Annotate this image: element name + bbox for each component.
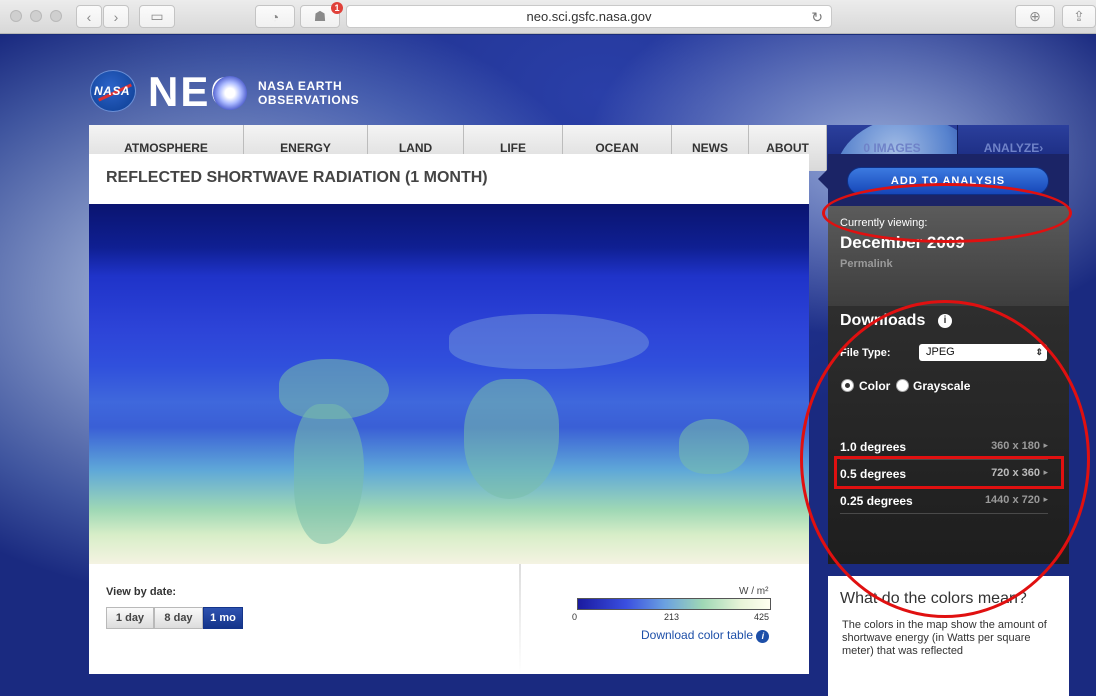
download-color-table-link[interactable]: Download color table i bbox=[641, 628, 770, 643]
chevron-right-icon: › bbox=[113, 8, 119, 25]
nasa-logo-text: NASA bbox=[94, 84, 131, 98]
browser-toolbar: ‹ › ▭ ◔ ☗ 1 neo.sci.gsfc.nasa.gov ↻ ⊕ ⇪ bbox=[0, 0, 1096, 34]
panel-notch bbox=[818, 169, 828, 189]
address-bar[interactable]: neo.sci.gsfc.nasa.gov ↻ bbox=[346, 5, 832, 28]
share-button[interactable]: ⇪ bbox=[1062, 5, 1096, 28]
divider bbox=[519, 564, 521, 674]
map-landmass bbox=[679, 419, 749, 474]
rss-icon: ◔ bbox=[270, 8, 280, 25]
annotation-box-0-5-degrees bbox=[834, 456, 1064, 489]
notification-badge: 1 bbox=[331, 2, 343, 14]
neo-subtitle: NASA EARTH OBSERVATIONS bbox=[258, 79, 359, 107]
download-color-table-text: Download color table bbox=[641, 628, 754, 642]
download-icon: ⊕ bbox=[1029, 8, 1041, 24]
map-controls: View by date: 1 day 8 day 1 mo W / m² 0 … bbox=[89, 564, 809, 674]
sidebar-toggle-button[interactable]: ▭ bbox=[139, 5, 175, 28]
sidebar-icon: ▭ bbox=[150, 8, 164, 24]
back-button[interactable]: ‹ bbox=[76, 5, 102, 28]
map-landmass bbox=[449, 314, 649, 369]
neo-subtitle-line2: OBSERVATIONS bbox=[258, 93, 360, 107]
close-window-button[interactable] bbox=[10, 10, 22, 22]
date-option-8-day[interactable]: 8 day bbox=[154, 607, 203, 629]
radiation-map[interactable] bbox=[89, 204, 809, 564]
nav-analyze-label: ANALYZE bbox=[983, 141, 1040, 155]
chevron-left-icon: ‹ bbox=[86, 8, 92, 25]
neo-subtitle-line1: NASA EARTH bbox=[258, 79, 343, 93]
colors-explanation-text: The colors in the map show the amount of… bbox=[842, 619, 1047, 657]
zoom-window-button[interactable] bbox=[50, 10, 62, 22]
view-by-date-label: View by date: bbox=[106, 586, 177, 598]
share-icon: ⇪ bbox=[1073, 8, 1085, 24]
neo-orb-icon bbox=[213, 76, 247, 110]
scale-tick-max: 425 bbox=[754, 612, 770, 622]
nav-images-label: 0 IMAGES bbox=[863, 141, 921, 155]
scale-tick-min: 0 bbox=[572, 612, 578, 622]
permalink-link[interactable]: Permalink bbox=[840, 258, 893, 270]
scale-unit: W / m² bbox=[739, 586, 769, 597]
minimize-window-button[interactable] bbox=[30, 10, 42, 22]
downloads-button[interactable]: ⊕ bbox=[1015, 5, 1055, 28]
page-title: REFLECTED SHORTWAVE RADIATION (1 MONTH) bbox=[106, 169, 488, 186]
ghost-icon: ☗ bbox=[313, 8, 327, 24]
map-landmass bbox=[464, 379, 559, 499]
map-landmass bbox=[294, 404, 364, 544]
nasa-logo[interactable]: NASA bbox=[90, 70, 136, 112]
forward-button[interactable]: › bbox=[103, 5, 129, 28]
rss-button[interactable]: ◔ bbox=[255, 5, 295, 28]
reload-icon[interactable]: ↻ bbox=[811, 9, 823, 26]
annotation-ellipse-add-to-analysis bbox=[822, 183, 1072, 243]
date-option-1-mo[interactable]: 1 mo bbox=[203, 607, 243, 629]
scale-tick-mid: 213 bbox=[664, 612, 680, 622]
main-panel: REFLECTED SHORTWAVE RADIATION (1 MONTH) … bbox=[89, 154, 809, 674]
url-text: neo.sci.gsfc.nasa.gov bbox=[526, 9, 652, 24]
info-icon[interactable]: i bbox=[756, 630, 770, 643]
date-option-1-day[interactable]: 1 day bbox=[106, 607, 154, 629]
color-scale-bar bbox=[577, 598, 771, 610]
chevron-right-icon: › bbox=[1039, 141, 1044, 155]
